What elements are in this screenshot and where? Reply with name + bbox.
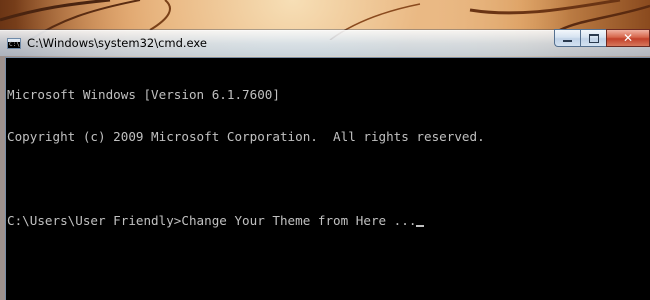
console-prompt-line[interactable]: C:\Users\User Friendly>Change Your Theme…: [7, 214, 650, 228]
cmd-icon[interactable]: C:\: [7, 38, 21, 49]
minimize-icon: [563, 40, 572, 42]
console-line-blank: [7, 172, 650, 186]
minimize-button[interactable]: [554, 29, 580, 47]
text-cursor: [416, 225, 425, 227]
console-line-copyright: Copyright (c) 2009 Microsoft Corporation…: [7, 129, 485, 144]
caption-buttons: ✕: [554, 29, 650, 49]
maximize-icon: [588, 33, 599, 43]
console-prompt-text: C:\Users\User Friendly>Change Your Theme…: [7, 213, 417, 228]
close-icon: ✕: [622, 31, 634, 45]
console-output[interactable]: Microsoft Windows [Version 6.1.7600] Cop…: [5, 57, 650, 300]
window-title: C:\Windows\system32\cmd.exe: [27, 36, 207, 50]
cmd-icon-prompt: C:\: [9, 41, 20, 48]
cmd-window: C:\ C:\Windows\system32\cmd.exe ✕ Micros…: [0, 29, 650, 300]
maximize-button[interactable]: [580, 29, 606, 47]
close-button[interactable]: ✕: [606, 29, 650, 47]
title-bar[interactable]: C:\ C:\Windows\system32\cmd.exe ✕: [0, 29, 650, 56]
console-line-version: Microsoft Windows [Version 6.1.7600]: [7, 87, 280, 102]
